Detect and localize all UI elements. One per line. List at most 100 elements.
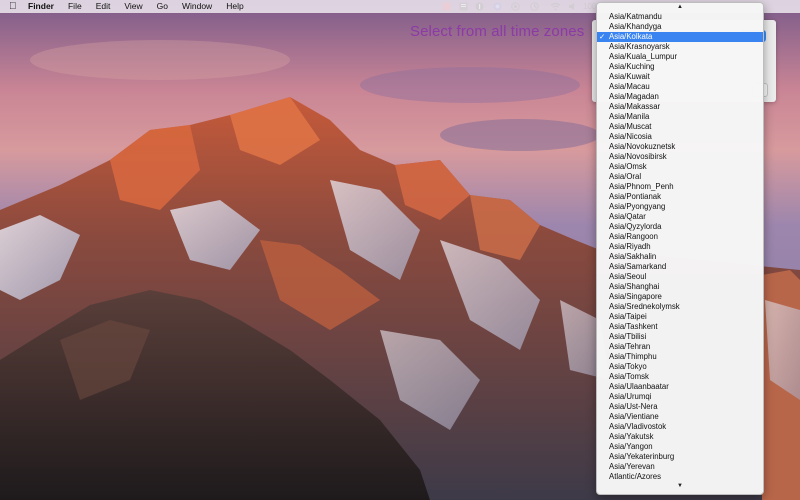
timezone-menu-item[interactable]: Asia/Manila bbox=[597, 112, 763, 122]
apple-logo-icon[interactable]:  bbox=[9, 0, 19, 13]
timezone-label: Asia/Katmandu bbox=[609, 12, 662, 21]
timezone-label: Asia/Nicosia bbox=[609, 132, 652, 141]
menu-help[interactable]: Help bbox=[226, 0, 243, 13]
timezone-menu-item[interactable]: Asia/Rangoon bbox=[597, 232, 763, 242]
timezone-menu-item[interactable]: Asia/Novosibirsk bbox=[597, 152, 763, 162]
timezone-menu-item[interactable]: Asia/Vladivostok bbox=[597, 422, 763, 432]
timezone-label: Asia/Kolkata bbox=[609, 32, 653, 41]
timezone-menu-item[interactable]: Asia/Magadan bbox=[597, 92, 763, 102]
menu-window[interactable]: Window bbox=[182, 0, 212, 13]
timezone-menu-item[interactable]: Atlantic/Azores bbox=[597, 472, 763, 482]
timezone-label: Asia/Magadan bbox=[609, 92, 659, 101]
timezone-label: Asia/Muscat bbox=[609, 122, 652, 131]
timezone-label: Asia/Pontianak bbox=[609, 192, 662, 201]
timezone-menu-item[interactable]: Asia/Yakutsk bbox=[597, 432, 763, 442]
timezone-label: Asia/Tokyo bbox=[609, 362, 647, 371]
timezone-menu-item[interactable]: Asia/Tashkent bbox=[597, 322, 763, 332]
timezone-label: Asia/Thimphu bbox=[609, 352, 657, 361]
timezone-menu-item[interactable]: Asia/Singapore bbox=[597, 292, 763, 302]
timezone-label: Asia/Kuala_Lumpur bbox=[609, 52, 678, 61]
timezone-dropdown-menu[interactable]: ▲ Asia/Katmandu Asia/Khandyga ✓ Asia/Kolkat… bbox=[596, 2, 764, 495]
timezone-menu-item[interactable]: Asia/Samarkand bbox=[597, 262, 763, 272]
timezone-menu-item[interactable]: Asia/Makassar bbox=[597, 102, 763, 112]
timezone-label: Asia/Yangon bbox=[609, 442, 653, 451]
timezone-label: Asia/Qyzylorda bbox=[609, 222, 662, 231]
timezone-label: Asia/Krasnoyarsk bbox=[609, 42, 670, 51]
timezone-menu-item[interactable]: Asia/Nicosia bbox=[597, 132, 763, 142]
timezone-label: Asia/Khandyga bbox=[609, 22, 662, 31]
timezone-label: Asia/Rangoon bbox=[609, 232, 658, 241]
timezone-menu-item[interactable]: Asia/Ulaanbaatar bbox=[597, 382, 763, 392]
timezone-label: Asia/Pyongyang bbox=[609, 202, 666, 211]
timezone-menu-item[interactable]: Asia/Kuala_Lumpur bbox=[597, 52, 763, 62]
menu-file[interactable]: File bbox=[68, 0, 82, 13]
menu-view[interactable]: View bbox=[124, 0, 142, 13]
timezone-menu-item[interactable]: Asia/Seoul bbox=[597, 272, 763, 282]
timezone-menu-item[interactable]: Asia/Ust-Nera bbox=[597, 402, 763, 412]
scroll-up-arrow-icon[interactable]: ▲ bbox=[597, 3, 763, 12]
timezone-label: Asia/Tomsk bbox=[609, 372, 649, 381]
timezone-menu-item[interactable]: Asia/Macau bbox=[597, 82, 763, 92]
timezone-menu-item[interactable]: Asia/Krasnoyarsk bbox=[597, 42, 763, 52]
menu-go[interactable]: Go bbox=[157, 0, 168, 13]
timezone-menu-item[interactable]: Asia/Qyzylorda bbox=[597, 222, 763, 232]
timezone-label: Asia/Yekaterinburg bbox=[609, 452, 675, 461]
timezone-label: Asia/Manila bbox=[609, 112, 650, 121]
timezone-menu-item[interactable]: Asia/Khandyga bbox=[597, 22, 763, 32]
timezone-menu-item[interactable]: Asia/Qatar bbox=[597, 212, 763, 222]
timezone-label: Asia/Sakhalin bbox=[609, 252, 657, 261]
timezone-label: Asia/Macau bbox=[609, 82, 650, 91]
timezone-menu-item[interactable]: Asia/Yangon bbox=[597, 442, 763, 452]
timezone-label: Asia/Novokuznetsk bbox=[609, 142, 676, 151]
timezone-label: Asia/Ulaanbaatar bbox=[609, 382, 669, 391]
timezone-label: Asia/Shanghai bbox=[609, 282, 660, 291]
timezone-menu-item[interactable]: Asia/Srednekolymsk bbox=[597, 302, 763, 312]
timezone-list: Asia/Katmandu Asia/Khandyga ✓ Asia/Kolkata A… bbox=[597, 12, 763, 482]
timezone-label: Asia/Ust-Nera bbox=[609, 402, 658, 411]
timezone-label: Asia/Novosibirsk bbox=[609, 152, 667, 161]
timezone-label: Asia/Tashkent bbox=[609, 322, 658, 331]
scroll-down-arrow-icon[interactable]: ▼ bbox=[597, 482, 763, 491]
timezone-label: Asia/Vientiane bbox=[609, 412, 659, 421]
timezone-menu-item[interactable]: Asia/Phnom_Penh bbox=[597, 182, 763, 192]
timezone-menu-item[interactable]: Asia/Kuching bbox=[597, 62, 763, 72]
timezone-label: Asia/Omsk bbox=[609, 162, 647, 171]
timezone-menu-item[interactable]: Asia/Pontianak bbox=[597, 192, 763, 202]
timezone-label: Asia/Tbilisi bbox=[609, 332, 647, 341]
timezone-menu-item[interactable]: Asia/Tehran bbox=[597, 342, 763, 352]
timezone-menu-item[interactable]: Asia/Sakhalin bbox=[597, 252, 763, 262]
timezone-label: Asia/Yerevan bbox=[609, 462, 655, 471]
menu-edit[interactable]: Edit bbox=[96, 0, 111, 13]
timezone-label: Asia/Kuching bbox=[609, 62, 655, 71]
timezone-menu-item[interactable]: Asia/Novokuznetsk bbox=[597, 142, 763, 152]
menu-finder[interactable]: Finder bbox=[28, 0, 54, 13]
timezone-menu-item[interactable]: Asia/Omsk bbox=[597, 162, 763, 172]
timezone-menu-item[interactable]: ✓ Asia/Kolkata bbox=[597, 32, 763, 42]
timezone-label: Asia/Taipei bbox=[609, 312, 647, 321]
timezone-label: Asia/Oral bbox=[609, 172, 642, 181]
timezone-menu-item[interactable]: Asia/Tomsk bbox=[597, 372, 763, 382]
timezone-menu-item[interactable]: Asia/Shanghai bbox=[597, 282, 763, 292]
timezone-menu-item[interactable]: Asia/Thimphu bbox=[597, 352, 763, 362]
timezone-menu-item[interactable]: Asia/Tbilisi bbox=[597, 332, 763, 342]
timezone-menu-item[interactable]: Asia/Katmandu bbox=[597, 12, 763, 22]
timezone-menu-item[interactable]: Asia/Yekaterinburg bbox=[597, 452, 763, 462]
timezone-label: Asia/Srednekolymsk bbox=[609, 302, 680, 311]
timezone-label: Asia/Singapore bbox=[609, 292, 662, 301]
timezone-label: Asia/Tehran bbox=[609, 342, 651, 351]
timezone-menu-item[interactable]: Asia/Oral bbox=[597, 172, 763, 182]
timezone-label: Asia/Seoul bbox=[609, 272, 647, 281]
timezone-label: Asia/Urumqi bbox=[609, 392, 652, 401]
timezone-menu-item[interactable]: Asia/Muscat bbox=[597, 122, 763, 132]
timezone-menu-item[interactable]: Asia/Yerevan bbox=[597, 462, 763, 472]
timezone-menu-item[interactable]: Asia/Kuwait bbox=[597, 72, 763, 82]
timezone-menu-item[interactable]: Asia/Taipei bbox=[597, 312, 763, 322]
timezone-label: Asia/Kuwait bbox=[609, 72, 650, 81]
timezone-menu-item[interactable]: Asia/Tokyo bbox=[597, 362, 763, 372]
timezone-menu-item[interactable]: Asia/Pyongyang bbox=[597, 202, 763, 212]
timezone-menu-item[interactable]: Asia/Urumqi bbox=[597, 392, 763, 402]
timezone-label: Asia/Samarkand bbox=[609, 262, 667, 271]
timezone-menu-item[interactable]: Asia/Vientiane bbox=[597, 412, 763, 422]
timezone-menu-item[interactable]: Asia/Riyadh bbox=[597, 242, 763, 252]
timezone-label: Asia/Qatar bbox=[609, 212, 646, 221]
